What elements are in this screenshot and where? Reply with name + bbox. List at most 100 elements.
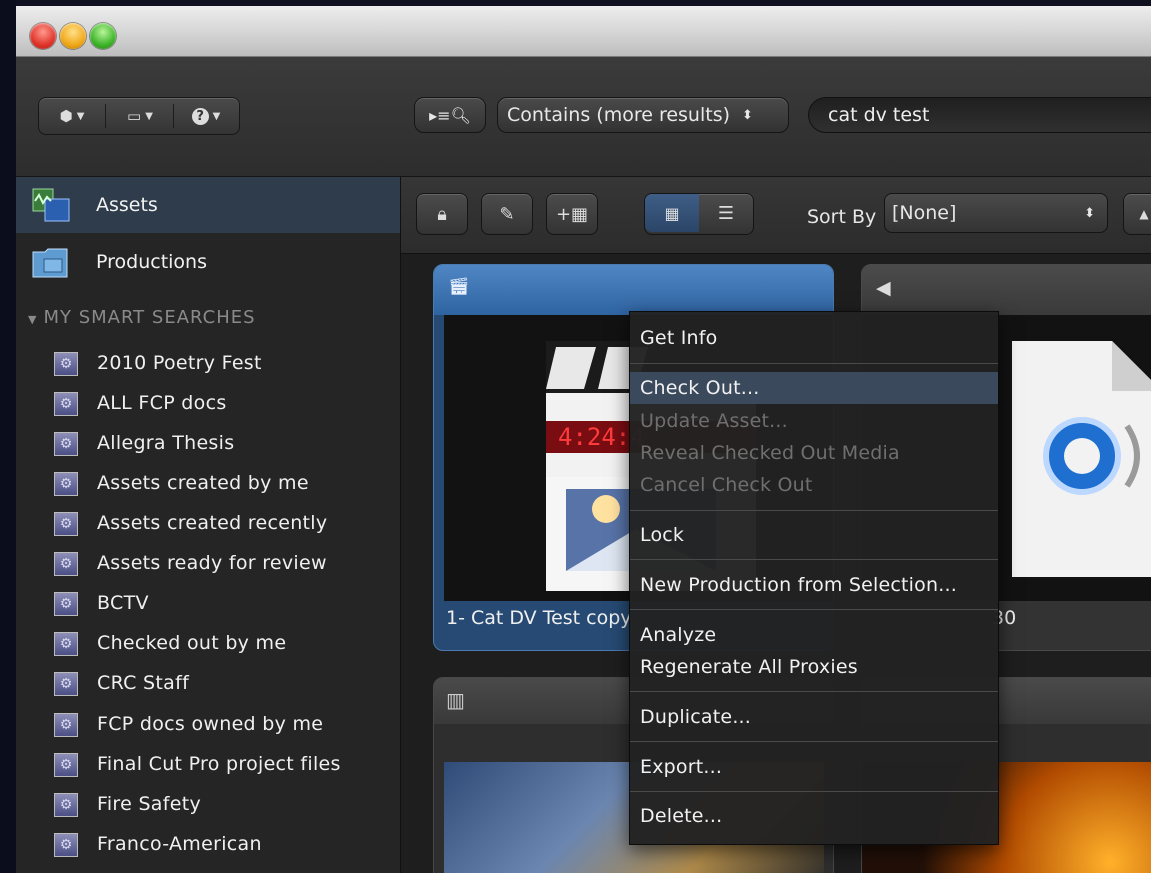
close-window-button[interactable] — [30, 23, 56, 49]
menu-item-delete[interactable]: Delete... — [630, 800, 998, 832]
smart-searches-header[interactable]: ▼ MY SMART SEARCHES — [28, 307, 256, 328]
menu-item-cancel-check-out: Cancel Check Out — [630, 469, 998, 501]
help-icon: ? — [191, 107, 209, 125]
menu-separator — [630, 691, 998, 692]
smart-search-item[interactable]: ⚙ Fire Safety — [16, 785, 400, 825]
menu-item-label: Reveal Checked Out Media — [640, 442, 900, 464]
smart-search-item[interactable]: ⚙ Allegra Thesis — [16, 424, 400, 464]
menu-item-label: Export... — [640, 756, 723, 778]
view-mode-segment: ▦ ☰ — [644, 193, 754, 235]
window-icon: ▭ — [127, 107, 142, 125]
context-menu: Get Info Check Out... Update Asset... Re… — [629, 311, 999, 845]
sort-by-value: [None] — [892, 202, 957, 224]
section-title: MY SMART SEARCHES — [43, 307, 256, 328]
menu-item-label: Duplicate... — [640, 706, 752, 728]
smart-search-item[interactable]: ⚙ Checked out by me — [16, 624, 400, 664]
smart-search-label: Final Cut Pro project files — [97, 753, 341, 775]
smart-search-label: Fire Safety — [97, 793, 202, 815]
menu-item-label: Delete... — [640, 805, 723, 827]
smart-search-item[interactable]: ⚙ BCTV — [16, 584, 400, 624]
menu-item-get-info[interactable]: Get Info — [630, 322, 998, 354]
smart-search-item[interactable]: ⚙ ALL FCP docs — [16, 384, 400, 424]
menu-item-regenerate-all-proxies[interactable]: Regenerate All Proxies — [630, 651, 998, 683]
smart-search-item[interactable]: ⚙ Assets ready for review — [16, 544, 400, 584]
smart-search-item[interactable]: ⚙ Final Cut Pro project files — [16, 745, 400, 785]
smart-search-gear-icon: ⚙ — [54, 793, 78, 817]
smart-search-item[interactable]: ⚙ Assets created by me — [16, 464, 400, 504]
search-mode-button[interactable]: ▸≡🔍︎ — [414, 97, 486, 133]
window-layout-menu-button[interactable]: ▭ ▼ — [109, 98, 171, 134]
smart-search-label: Assets ready for review — [97, 552, 327, 574]
search-scope-select[interactable]: Contains (more results) ⬍ — [497, 97, 789, 133]
sort-direction-button[interactable]: ▲ — [1123, 193, 1151, 235]
add-folder-icon: +▦ — [555, 203, 589, 225]
sidebar-item-label: Productions — [96, 251, 207, 273]
menu-item-export[interactable]: Export... — [630, 751, 998, 783]
chevron-down-icon: ▼ — [145, 110, 153, 122]
clapper-small-icon: 🎬︎ — [448, 277, 470, 297]
smart-search-item[interactable]: ⚙ 2010 Poetry Fest — [16, 344, 400, 384]
lock-button[interactable]: 🔒︎ — [416, 193, 468, 235]
main-toolbar: ⬢ ▼ ▭ ▼ ? ▼ ▸≡🔍︎ Contains (more results) ⬍ … — [16, 57, 1151, 177]
smart-search-label: 2010 Poetry Fest — [97, 352, 262, 374]
menu-separator — [630, 363, 998, 364]
title-bar — [16, 6, 1151, 57]
menu-separator — [630, 559, 998, 560]
smart-search-label: Assets created by me — [97, 472, 309, 494]
menu-item-check-out[interactable]: Check Out... — [630, 372, 998, 404]
smart-search-item[interactable]: ⚙ Assets created recently — [16, 504, 400, 544]
menu-item-label: Check Out... — [640, 377, 760, 399]
smart-search-label: FCP docs owned by me — [97, 713, 324, 735]
browser-toolbar: 🔒︎ ✎ +▦ ▦ ☰ Sort By [None] ⬍ ▲ — [401, 177, 1151, 254]
menu-item-label: Get Info — [640, 327, 718, 349]
search-input[interactable]: cat dv test — [808, 97, 1151, 133]
smart-search-item[interactable]: ⚙ Franco-American — [16, 825, 400, 865]
cube-icon: ⬢ — [59, 107, 73, 125]
smart-search-label: Assets created recently — [97, 512, 328, 534]
asset-card-header: ◀ — [862, 265, 1151, 315]
search-mode-icon: ▸≡🔍︎ — [429, 105, 471, 125]
segment-divider — [105, 104, 106, 128]
smart-search-gear-icon: ⚙ — [54, 713, 78, 737]
stepper-arrows-icon: ⬍ — [1084, 205, 1095, 221]
sidebar-item-assets[interactable]: Assets — [16, 177, 400, 233]
smart-search-gear-icon: ⚙ — [54, 392, 78, 416]
menu-item-label: New Production from Selection... — [640, 574, 957, 596]
smart-search-gear-icon: ⚙ — [54, 472, 78, 496]
menu-item-label: Analyze — [640, 624, 717, 646]
smart-search-item[interactable]: ⚙ CRC Staff — [16, 664, 400, 704]
help-menu-button[interactable]: ? ▼ — [177, 98, 235, 134]
minimize-window-button[interactable] — [60, 23, 86, 49]
grid-view-button[interactable]: ▦ — [645, 194, 699, 232]
edit-metadata-button[interactable]: ✎ — [481, 193, 533, 235]
smart-search-label: CRC Staff — [97, 672, 190, 694]
menu-item-duplicate[interactable]: Duplicate... — [630, 701, 998, 733]
zoom-window-button[interactable] — [90, 23, 116, 49]
menu-item-new-production-from-selection[interactable]: New Production from Selection... — [630, 569, 998, 601]
menu-separator — [630, 741, 998, 742]
smart-search-gear-icon: ⚙ — [54, 833, 78, 857]
film-strip-icon: ▥ — [446, 688, 465, 712]
chevron-down-icon: ▼ — [76, 110, 85, 122]
menu-separator — [630, 791, 998, 792]
smart-search-item[interactable]: ⚙ FCP docs owned by me — [16, 705, 400, 745]
smart-search-gear-icon: ⚙ — [54, 592, 78, 616]
sort-ascending-icon: ▲ — [1139, 207, 1149, 221]
view-options-segment: ⬢ ▼ ▭ ▼ ? ▼ — [38, 97, 240, 135]
asset-card-label: 1- Cat DV Test copy — [446, 607, 632, 629]
list-view-icon: ☰ — [717, 202, 735, 224]
sidebar-item-productions[interactable]: Productions — [16, 234, 400, 290]
menu-item-lock[interactable]: Lock — [630, 519, 998, 551]
sort-by-select[interactable]: [None] ⬍ — [884, 193, 1108, 233]
add-to-production-button[interactable]: +▦ — [546, 193, 598, 235]
menu-item-analyze[interactable]: Analyze — [630, 619, 998, 651]
search-scope-value: Contains (more results) — [507, 104, 731, 126]
cube-menu-button[interactable]: ⬢ ▼ — [43, 98, 101, 134]
sidebar-item-label: Assets — [96, 194, 158, 216]
chevron-down-icon: ▼ — [212, 110, 221, 122]
list-view-button[interactable]: ☰ — [699, 194, 753, 232]
sort-by-label: Sort By — [807, 206, 877, 228]
stepper-arrows-icon: ⬍ — [742, 107, 753, 123]
menu-item-label: Update Asset... — [640, 410, 788, 432]
app-window: ⬢ ▼ ▭ ▼ ? ▼ ▸≡🔍︎ Contains (more results) ⬍ … — [16, 6, 1151, 873]
